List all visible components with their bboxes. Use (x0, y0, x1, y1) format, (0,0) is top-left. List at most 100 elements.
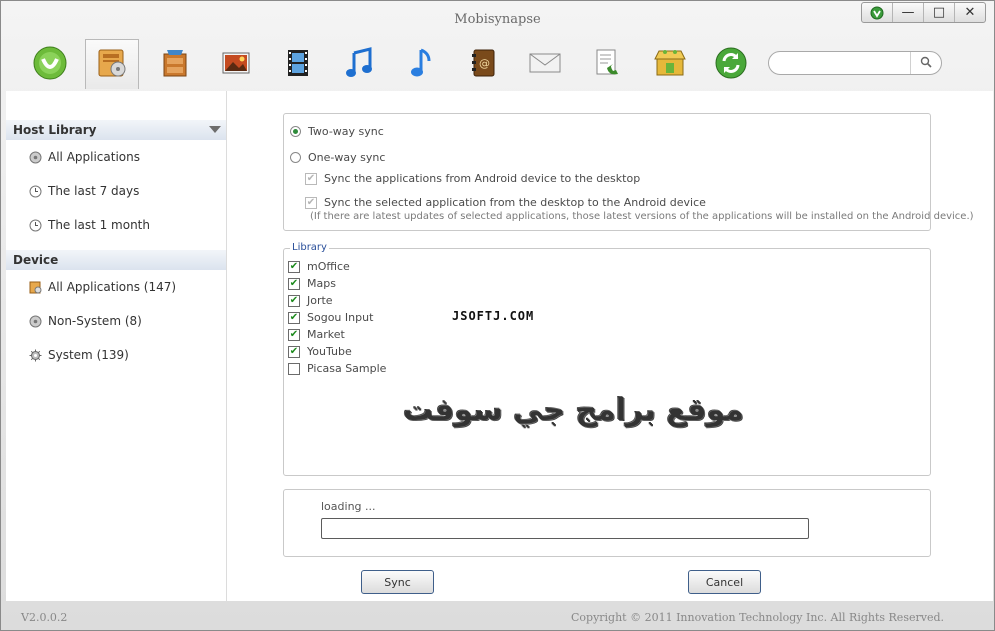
clock-icon (28, 218, 42, 232)
minimize-button[interactable]: — (892, 3, 923, 22)
cancel-button[interactable]: Cancel (688, 570, 761, 594)
one-way-sync-label: One-way sync (308, 151, 386, 164)
sync-to-device-label: Sync the selected application from the d… (324, 196, 706, 209)
watermark-latin: JSOFTJ.COM (452, 309, 535, 323)
main-toolbar: @ (1, 39, 994, 89)
library-item-label: YouTube (307, 345, 352, 358)
sidebar-item-system[interactable]: System (139) (28, 346, 129, 364)
files-button[interactable] (148, 39, 202, 89)
library-item-market[interactable]: ✔ Market (288, 328, 345, 341)
library-item-moffice[interactable]: ✔ mOffice (288, 260, 350, 273)
checkbox[interactable]: ✔ (288, 345, 300, 358)
envelope-icon (528, 51, 562, 78)
window-title: Mobisynapse (454, 12, 541, 27)
disc-icon (28, 314, 42, 328)
host-library-title: Host Library (13, 123, 97, 137)
library-item-label: Market (307, 328, 345, 341)
checkbox[interactable]: ✔ (305, 196, 317, 209)
sidebar-item-label: All Applications (147) (48, 280, 177, 294)
library-item-label: Maps (307, 277, 336, 290)
clock-icon (28, 184, 42, 198)
android-device-button[interactable] (23, 39, 77, 89)
store-icon (653, 47, 687, 82)
search-button[interactable] (910, 52, 941, 74)
app-box-icon (28, 280, 42, 294)
photos-button[interactable] (209, 39, 263, 89)
app-store-button[interactable] (643, 39, 697, 89)
version-label: V2.0.0.2 (21, 611, 68, 624)
collapse-arrow-icon[interactable] (209, 126, 221, 133)
music-button[interactable] (332, 39, 386, 89)
copyright-label: Copyright © 2011 Innovation Technology I… (570, 611, 944, 624)
contacts-button[interactable]: @ (456, 39, 510, 89)
library-item-label: Sogou Input (307, 311, 374, 324)
sync-icon (714, 46, 748, 83)
sidebar-item-label: All Applications (48, 150, 140, 164)
sync-from-device-label: Sync the applications from Android devic… (324, 172, 641, 185)
sync-action-button[interactable]: Sync (361, 570, 434, 594)
sync-note: (If there are latest updates of selected… (310, 211, 974, 222)
checkbox[interactable] (288, 362, 300, 375)
videos-button[interactable] (271, 39, 325, 89)
sync-from-device-checkbox[interactable]: ✔ Sync the applications from Android dev… (305, 172, 640, 185)
host-library-header[interactable]: Host Library (6, 120, 226, 140)
checkbox[interactable]: ✔ (288, 260, 300, 273)
library-item-sogou-input[interactable]: ✔ Sogou Input (288, 311, 373, 324)
music-note-icon (344, 46, 374, 82)
sidebar-item-last-1-month[interactable]: The last 1 month (28, 216, 150, 234)
disc-icon (28, 150, 42, 164)
file-cabinet-icon (161, 48, 189, 81)
library-item-jorte[interactable]: ✔ Jorte (288, 294, 333, 307)
film-icon (285, 48, 311, 81)
window-controls: — □ ✕ (861, 2, 986, 23)
search-input[interactable] (779, 55, 913, 73)
call-log-icon (593, 48, 621, 81)
checkbox[interactable]: ✔ (288, 311, 300, 324)
search-box (768, 51, 942, 75)
radio-button[interactable] (290, 152, 301, 163)
library-item-label: mOffice (307, 260, 350, 273)
title-bar: Mobisynapse — □ ✕ (1, 1, 994, 37)
device-header[interactable]: Device (6, 250, 226, 270)
progress-label: loading ... (321, 500, 376, 513)
checkbox[interactable]: ✔ (288, 294, 300, 307)
note-icon (409, 47, 433, 82)
radio-button[interactable] (290, 126, 301, 137)
close-button[interactable]: ✕ (954, 3, 985, 22)
app-box-icon (97, 47, 127, 82)
status-bar: V2.0.0.2 Copyright © 2011 Innovation Tec… (1, 604, 994, 630)
library-item-label: Jorte (307, 294, 333, 307)
sidebar-item-device-all-applications[interactable]: All Applications (147) (28, 278, 176, 296)
app-status-icon[interactable] (862, 3, 892, 22)
maximize-button[interactable]: □ (923, 3, 954, 22)
call-log-button[interactable] (580, 39, 634, 89)
sidebar-item-label: The last 1 month (48, 218, 150, 232)
sidebar-item-label: The last 7 days (48, 184, 140, 198)
one-way-sync-radio[interactable]: One-way sync (290, 151, 385, 164)
applications-button[interactable] (85, 39, 139, 89)
library-item-maps[interactable]: ✔ Maps (288, 277, 336, 290)
library-item-youtube[interactable]: ✔ YouTube (288, 345, 352, 358)
app-window: Mobisynapse — □ ✕ @ Host Library All App… (0, 0, 995, 631)
checkbox[interactable]: ✔ (288, 277, 300, 290)
sidebar-item-last-7-days[interactable]: The last 7 days (28, 182, 139, 200)
sidebar-item-label: System (139) (48, 348, 129, 362)
two-way-sync-label: Two-way sync (308, 125, 384, 138)
sidebar-item-host-all-applications[interactable]: All Applications (28, 148, 140, 166)
library-item-label: Picasa Sample (307, 362, 387, 375)
photo-icon (221, 51, 251, 78)
two-way-sync-radio[interactable]: Two-way sync (290, 125, 384, 138)
library-legend: Library (290, 242, 329, 253)
checkbox[interactable]: ✔ (305, 172, 317, 185)
checkbox[interactable]: ✔ (288, 328, 300, 341)
sync-button[interactable] (704, 39, 758, 89)
ringtones-button[interactable] (394, 39, 448, 89)
gear-icon (28, 348, 42, 362)
sidebar-item-label: Non-System (8) (48, 314, 142, 328)
messages-button[interactable] (518, 39, 572, 89)
sidebar: Host Library All Applications The last 7… (6, 91, 227, 601)
sync-to-device-checkbox[interactable]: ✔ Sync the selected application from the… (305, 196, 706, 209)
library-item-picasa-sample[interactable]: Picasa Sample (288, 362, 386, 375)
sidebar-item-non-system[interactable]: Non-System (8) (28, 312, 142, 330)
android-icon (32, 45, 68, 84)
